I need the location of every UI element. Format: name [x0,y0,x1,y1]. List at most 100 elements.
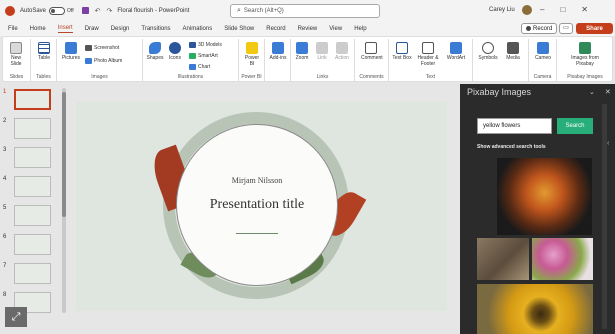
slide-thumbnails: 1 2 3 4 5 6 7 8 [0,84,58,334]
close-icon[interactable]: ✕ [605,88,611,96]
search-box[interactable]: ⌕ Search (Alt+Q) [230,4,380,18]
group-power-bi: Power BI Power BI [239,39,265,81]
slide-thumbnail-2[interactable] [14,118,51,139]
new-slide-button[interactable]: New Slide [6,42,26,67]
pixabay-search-input[interactable]: yellow flowers [477,118,552,134]
pictures-button[interactable]: Pictures [61,42,81,61]
slide-thumbnail-5[interactable] [14,205,51,226]
slide-thumbnail-1[interactable] [14,89,51,110]
redo-icon[interactable]: ↷ [106,7,112,15]
share-button[interactable]: Share [576,23,613,34]
result-image-dry-flower[interactable] [477,238,529,280]
3d-models-icon [189,42,196,48]
advanced-search-link[interactable]: Show advanced search tools [477,144,546,150]
chevron-down-icon[interactable]: ⌄ [589,88,595,96]
media-button[interactable]: Media [503,42,523,61]
screenshot-button[interactable]: Screenshot [85,45,119,51]
images-from-pixabay-button[interactable]: Images from Pixabay [563,42,607,67]
slide-thumbnail-3[interactable] [14,147,51,168]
slide-number: 8 [3,292,7,298]
zoom-button[interactable]: Zoom [292,42,312,61]
result-image-orange-rose[interactable] [497,158,592,235]
slide-number: 3 [3,147,7,153]
comment-button[interactable]: Comment [361,42,383,61]
user-name[interactable]: Carey Liu [489,7,515,13]
symbols-button[interactable]: Symbols [477,42,499,61]
group-camera: Cameo Camera [529,39,557,81]
3d-models-button[interactable]: 3D Models [189,42,222,48]
tab-home[interactable]: Home [30,26,46,32]
icons-icon [169,42,181,54]
cameo-button[interactable]: Cameo [533,42,553,61]
symbols-icon [482,42,494,54]
close-icon[interactable]: ✕ [581,5,588,14]
text-box-button[interactable]: Text Box [392,42,412,61]
tab-design[interactable]: Design [111,26,130,32]
add-ins-icon [272,42,284,54]
group-label: Slides [9,74,24,80]
record-button[interactable]: Record [521,23,558,34]
wordart-icon [450,42,462,54]
slide-number: 5 [3,205,7,211]
smartart-button[interactable]: SmartArt [189,53,218,59]
power-bi-button[interactable]: Power BI [242,42,262,67]
group-label: Power BI [241,74,262,80]
autosave-toggle[interactable] [49,7,66,15]
search-placeholder: Search (Alt+Q) [243,8,284,14]
action-icon [336,42,348,54]
smartart-icon [189,53,196,59]
link-button[interactable]: Link [312,42,332,61]
tab-insert[interactable]: Insert [57,25,73,33]
window-controls: – □ ✕ [540,5,588,14]
tab-slide-show[interactable]: Slide Show [224,26,254,32]
tab-view[interactable]: View [329,26,342,32]
slide-number: 4 [3,176,7,182]
add-ins-button[interactable]: Add-ins [268,42,288,61]
group-text: Text Box Header & Footer WordArt Text [389,39,473,81]
tab-review[interactable]: Review [298,26,318,32]
link-icon [316,42,328,54]
tab-help[interactable]: Help [354,26,366,32]
autosave-state: Off [67,8,74,14]
cameo-icon [537,42,549,54]
collapse-arrow-icon[interactable]: ‹ [607,140,609,147]
action-button[interactable]: Action [332,42,352,61]
wordart-button[interactable]: WordArt [444,42,468,61]
group-images: Pictures Screenshot Photo Album Images [57,39,143,81]
header-footer-icon [422,42,434,54]
author-text[interactable]: Mirjam Nilsson [176,176,338,185]
slide-thumbnail-6[interactable] [14,234,51,255]
tab-file[interactable]: File [8,26,18,32]
tab-transitions[interactable]: Transitions [141,26,170,32]
tab-animations[interactable]: Animations [183,26,213,32]
slide-thumbnail-7[interactable] [14,263,51,284]
maximize-icon[interactable]: □ [560,5,565,14]
thumbnail-scroll-thumb[interactable] [62,92,66,217]
avatar[interactable] [522,5,532,15]
tab-draw[interactable]: Draw [85,26,99,32]
presentation-title[interactable]: Presentation title [176,197,338,213]
result-image-sunflower[interactable] [477,284,593,334]
group-tables: Table Tables [31,39,57,81]
pixabay-search-button[interactable]: Search [557,118,593,134]
pane-scrollbar[interactable] [602,104,607,329]
chart-button[interactable]: Chart [189,64,210,70]
shapes-button[interactable]: Shapes [145,42,165,61]
table-icon [38,42,50,54]
photo-album-button[interactable]: Photo Album [85,58,122,64]
pane-title: Pixabay Images [467,87,532,97]
minimize-icon[interactable]: – [540,5,544,14]
save-icon[interactable] [81,7,89,14]
comments-button[interactable]: ▭ [559,23,573,34]
expand-icon[interactable]: ⤢ [5,307,27,327]
undo-icon[interactable]: ↶ [95,7,101,15]
slide-thumbnail-4[interactable] [14,176,51,197]
table-button[interactable]: Table [34,42,54,61]
ribbon: New Slide Slides Table Tables Pictures S… [2,36,613,82]
group-slides: New Slide Slides [3,39,31,81]
group-links: Zoom Link Action Links [291,39,355,81]
header-footer-button[interactable]: Header & Footer [416,42,440,67]
result-image-pink-flowers-bird[interactable] [532,238,593,280]
icons-button[interactable]: Icons [165,42,185,61]
tab-record[interactable]: Record [266,26,285,32]
